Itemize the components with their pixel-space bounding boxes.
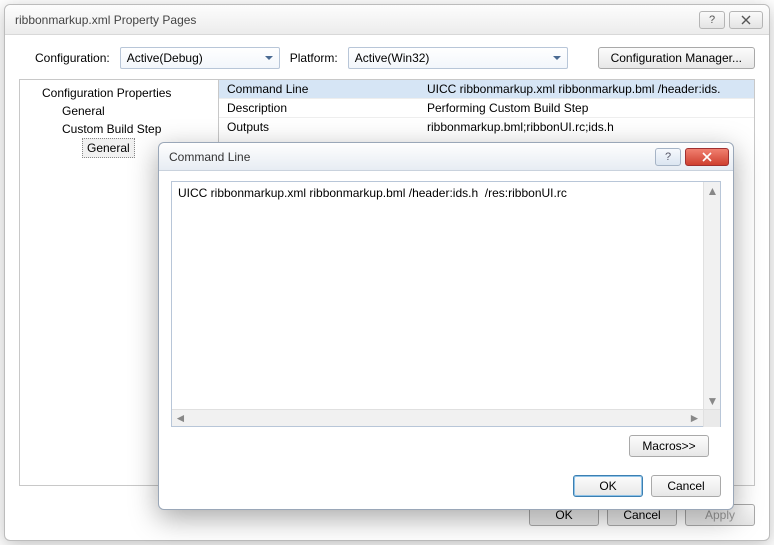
close-button[interactable] [729,11,763,29]
command-line-dialog: Command Line ? UICC ribbonmarkup.xml rib… [158,142,734,510]
configuration-row: Configuration: Active(Debug) Platform: A… [5,35,769,79]
configuration-manager-button[interactable]: Configuration Manager... [598,47,755,69]
property-row-command-line[interactable]: Command Line UICC ribbonmarkup.xml ribbo… [219,80,754,98]
horizontal-scrollbar[interactable]: ◄ ► [172,409,720,426]
configuration-manager-label: Configuration Manager... [611,51,742,65]
tree-item-label: Custom Build Step [62,122,161,136]
tree-root-label: Configuration Properties [42,86,171,100]
close-icon [701,152,713,162]
property-label: Description [227,101,427,115]
configuration-label: Configuration: [35,51,110,65]
apply-label: Apply [705,508,735,522]
inner-title: Command Line [169,150,655,164]
inner-ok-button[interactable]: OK [573,475,643,497]
property-value: UICC ribbonmarkup.xml ribbonmarkup.bml /… [427,82,746,96]
tree-item-label: General [62,104,105,118]
ok-label: OK [555,508,572,522]
scroll-right-icon[interactable]: ► [686,410,703,427]
platform-value: Active(Win32) [355,51,430,65]
configuration-value: Active(Debug) [127,51,203,65]
inner-body: UICC ribbonmarkup.xml ribbonmarkup.bml /… [159,171,733,465]
tree-item-general[interactable]: General [42,102,218,120]
window-title: ribbonmarkup.xml Property Pages [15,13,695,27]
inner-ok-label: OK [599,479,616,493]
property-value: ribbonmarkup.bml;ribbonUI.rc;ids.h [427,120,746,134]
macros-button[interactable]: Macros>> [629,435,709,457]
command-line-textarea-wrap: UICC ribbonmarkup.xml ribbonmarkup.bml /… [171,181,721,427]
cancel-label: Cancel [623,508,660,522]
inner-cancel-button[interactable]: Cancel [651,475,721,497]
tree-item-selected-label: General [82,138,135,158]
property-value: Performing Custom Build Step [427,101,746,115]
property-label: Command Line [227,82,427,96]
inner-cancel-label: Cancel [667,479,704,493]
platform-label: Platform: [290,51,338,65]
platform-combo[interactable]: Active(Win32) [348,47,568,69]
inner-close-button[interactable] [685,148,729,166]
property-label: Outputs [227,120,427,134]
macros-label: Macros>> [642,439,695,453]
scroll-down-icon[interactable]: ▼ [704,392,721,409]
property-row-description[interactable]: Description Performing Custom Build Step [219,98,754,117]
property-row-outputs[interactable]: Outputs ribbonmarkup.bml;ribbonUI.rc;ids… [219,117,754,136]
scroll-up-icon[interactable]: ▲ [704,182,721,199]
inner-titlebar[interactable]: Command Line ? [159,143,733,171]
inner-help-button[interactable]: ? [655,148,681,166]
scroll-left-icon[interactable]: ◄ [172,410,189,427]
command-line-textarea[interactable]: UICC ribbonmarkup.xml ribbonmarkup.bml /… [172,182,720,409]
scrollbar-corner [703,410,720,427]
titlebar[interactable]: ribbonmarkup.xml Property Pages ? [5,5,769,35]
help-button[interactable]: ? [699,11,725,29]
close-icon [741,15,751,25]
inner-button-row: OK Cancel [159,465,733,509]
configuration-combo[interactable]: Active(Debug) [120,47,280,69]
vertical-scrollbar[interactable]: ▲ ▼ [703,182,720,409]
